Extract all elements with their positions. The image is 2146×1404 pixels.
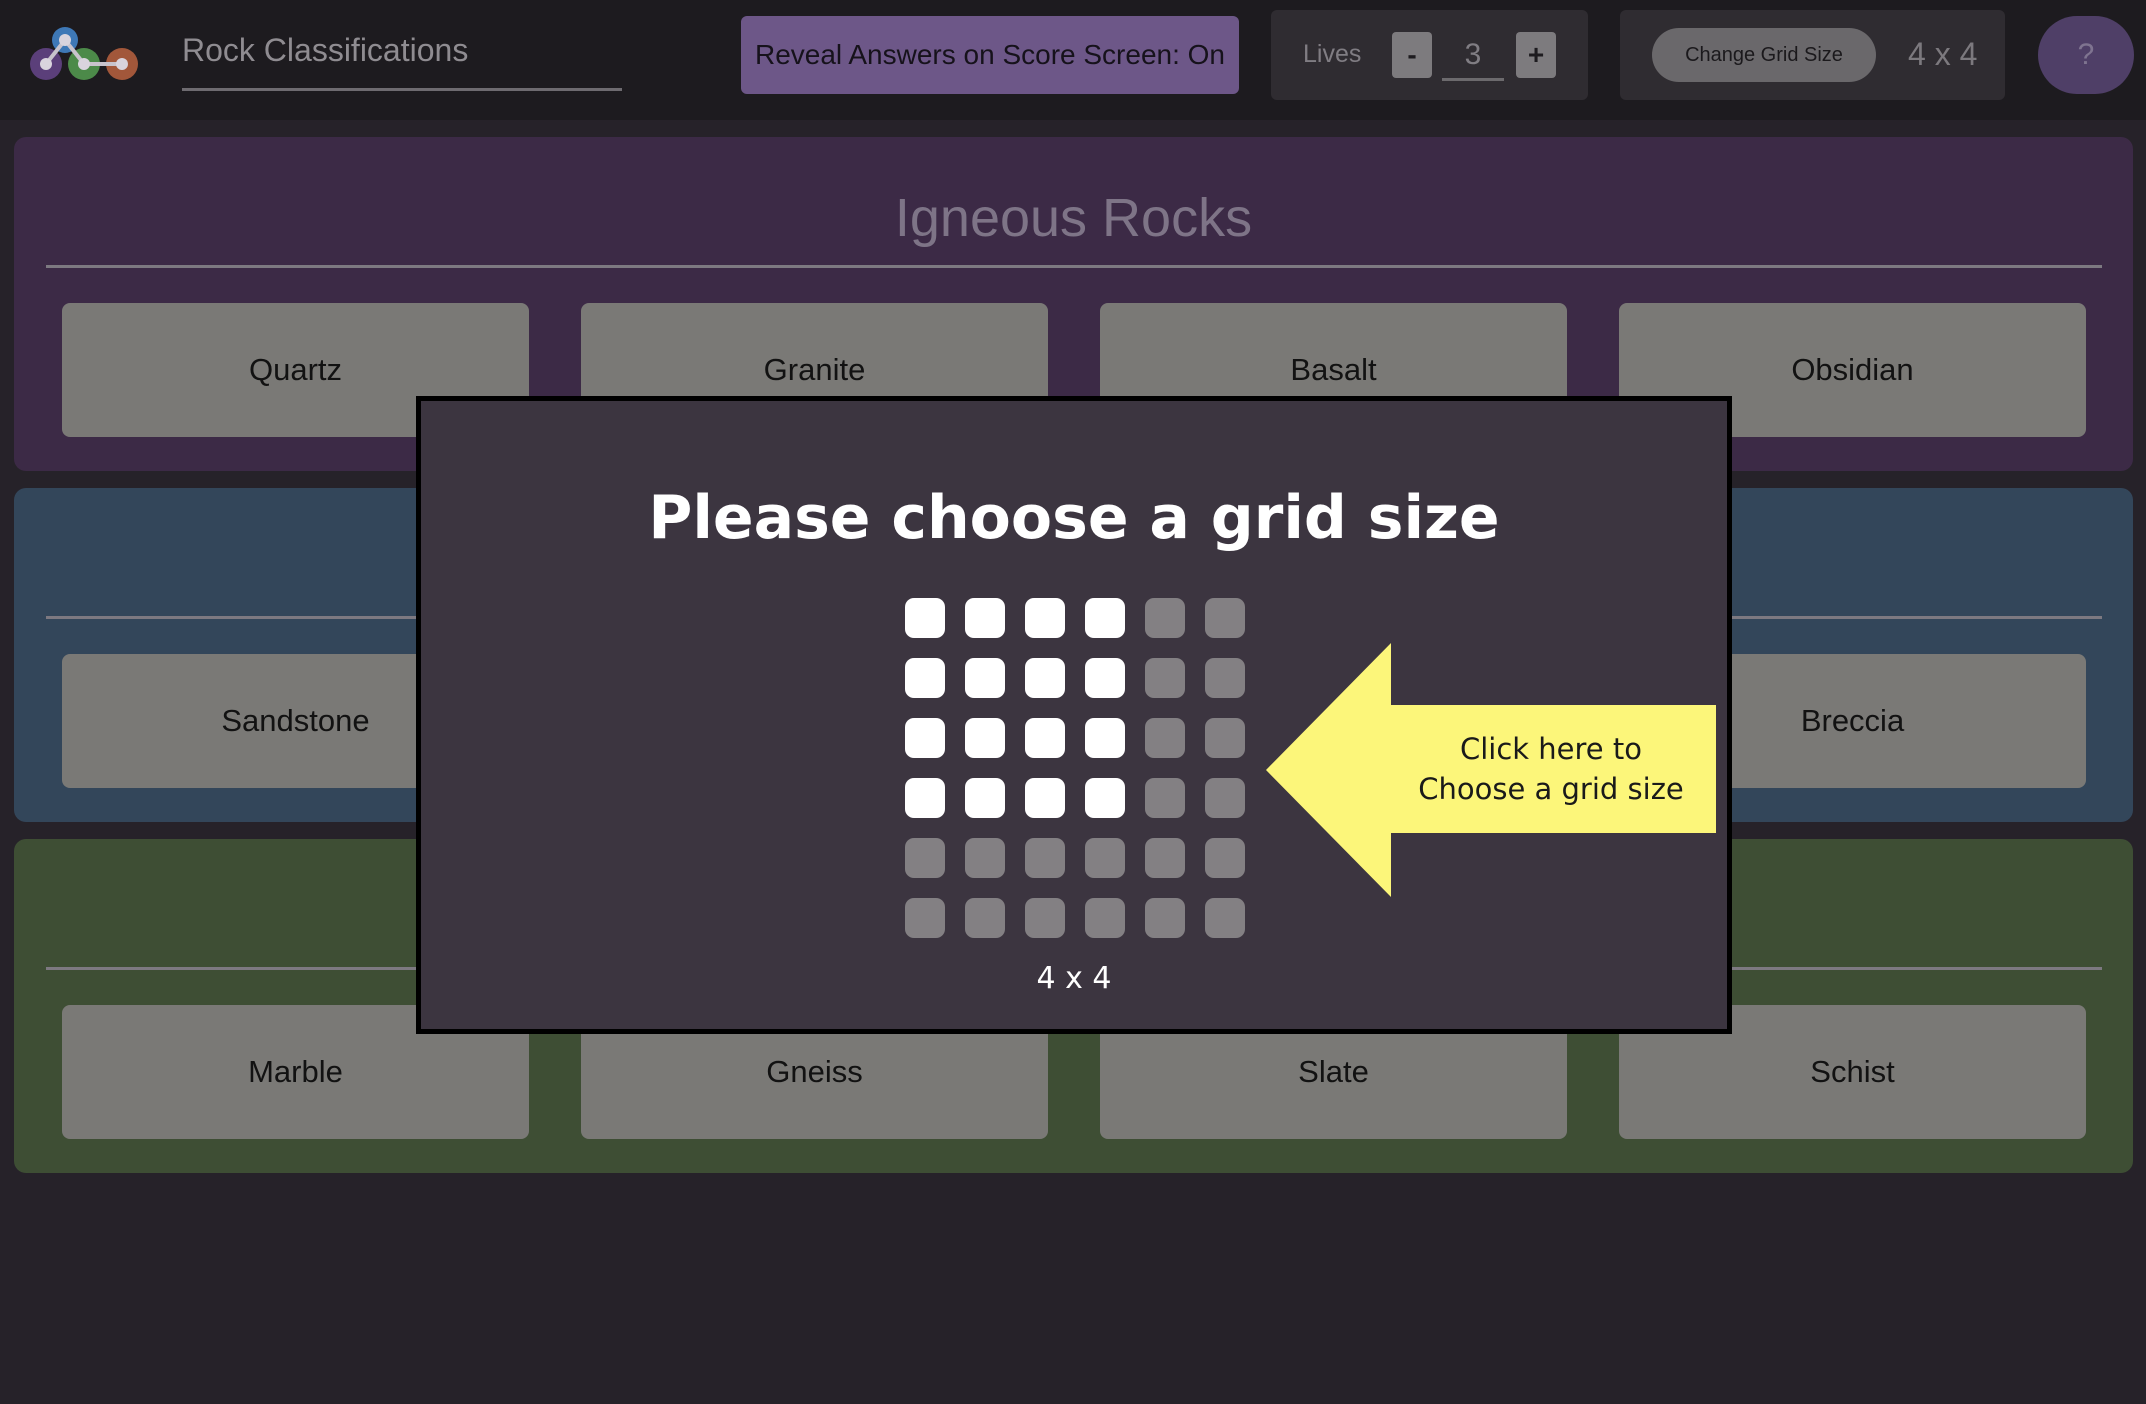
grid-size-picker[interactable] bbox=[905, 598, 1249, 942]
category-title: Igneous Rocks bbox=[894, 188, 1253, 248]
grid-cell[interactable] bbox=[1205, 658, 1245, 698]
grid-cell[interactable] bbox=[1085, 718, 1125, 758]
grid-cell[interactable] bbox=[905, 598, 945, 638]
grid-cell[interactable] bbox=[965, 718, 1005, 758]
change-grid-size-button[interactable]: Change Grid Size bbox=[1652, 28, 1876, 82]
grid-cell[interactable] bbox=[1145, 838, 1185, 878]
grid-cell[interactable] bbox=[1025, 658, 1065, 698]
help-button[interactable]: ? bbox=[2038, 16, 2134, 94]
grid-cell[interactable] bbox=[1145, 778, 1185, 818]
lives-input[interactable]: 3 bbox=[1442, 32, 1504, 81]
reveal-answers-toggle[interactable]: Reveal Answers on Score Screen: On bbox=[741, 16, 1239, 94]
grid-cell[interactable] bbox=[905, 898, 945, 938]
lives-decrement-button[interactable]: - bbox=[1392, 32, 1432, 78]
grid-cell[interactable] bbox=[965, 598, 1005, 638]
grid-cell[interactable] bbox=[1025, 778, 1065, 818]
grid-cell[interactable] bbox=[965, 898, 1005, 938]
grid-cell[interactable] bbox=[1145, 718, 1185, 758]
grid-cell[interactable] bbox=[1085, 658, 1125, 698]
grid-cell[interactable] bbox=[1085, 598, 1125, 638]
grid-cell[interactable] bbox=[1205, 718, 1245, 758]
grid-cell[interactable] bbox=[1085, 898, 1125, 938]
modal-title: Please choose a grid size bbox=[648, 483, 1500, 553]
grid-size-modal: Please choose a grid size 4 x 4 Click he… bbox=[416, 396, 1732, 1034]
grid-cell[interactable] bbox=[1085, 778, 1125, 818]
grid-cell[interactable] bbox=[1145, 598, 1185, 638]
category-divider bbox=[46, 265, 2102, 268]
grid-cell[interactable] bbox=[905, 658, 945, 698]
grid-cell[interactable] bbox=[965, 778, 1005, 818]
grid-cell[interactable] bbox=[1025, 898, 1065, 938]
current-grid-size: 4 x 4 bbox=[1908, 36, 1978, 72]
grid-cell[interactable] bbox=[965, 658, 1005, 698]
game-title: Rock Classifications bbox=[182, 32, 469, 68]
grid-cell[interactable] bbox=[1025, 838, 1065, 878]
grid-cell[interactable] bbox=[1145, 658, 1185, 698]
lives-control: Lives - 3 + bbox=[1271, 10, 1588, 100]
hint-line-1: Click here to bbox=[1459, 732, 1642, 766]
grid-cell[interactable] bbox=[1205, 898, 1245, 938]
grid-size-control: Change Grid Size 4 x 4 bbox=[1620, 10, 2005, 100]
grid-cell[interactable] bbox=[965, 838, 1005, 878]
grid-cell[interactable] bbox=[905, 838, 945, 878]
top-bar: Rock Classifications Reveal Answers on S… bbox=[0, 0, 2146, 120]
app-logo-icon bbox=[30, 27, 138, 80]
grid-cell[interactable] bbox=[1205, 598, 1245, 638]
hint-line-2: Choose a grid size bbox=[1418, 772, 1684, 806]
grid-cell[interactable] bbox=[1205, 838, 1245, 878]
choose-grid-hint[interactable]: Click here to Choose a grid size bbox=[1391, 729, 1711, 809]
grid-cell[interactable] bbox=[1205, 778, 1245, 818]
grid-cell[interactable] bbox=[905, 718, 945, 758]
grid-cell[interactable] bbox=[905, 778, 945, 818]
lives-increment-button[interactable]: + bbox=[1516, 32, 1556, 78]
lives-label: Lives bbox=[1303, 40, 1362, 68]
game-title-field[interactable]: Rock Classifications bbox=[182, 30, 622, 91]
grid-cell[interactable] bbox=[1085, 838, 1125, 878]
grid-cell[interactable] bbox=[1025, 718, 1065, 758]
grid-cell[interactable] bbox=[1145, 898, 1185, 938]
grid-cell[interactable] bbox=[1025, 598, 1065, 638]
selected-grid-size-label: 4 x 4 bbox=[1036, 961, 1112, 996]
